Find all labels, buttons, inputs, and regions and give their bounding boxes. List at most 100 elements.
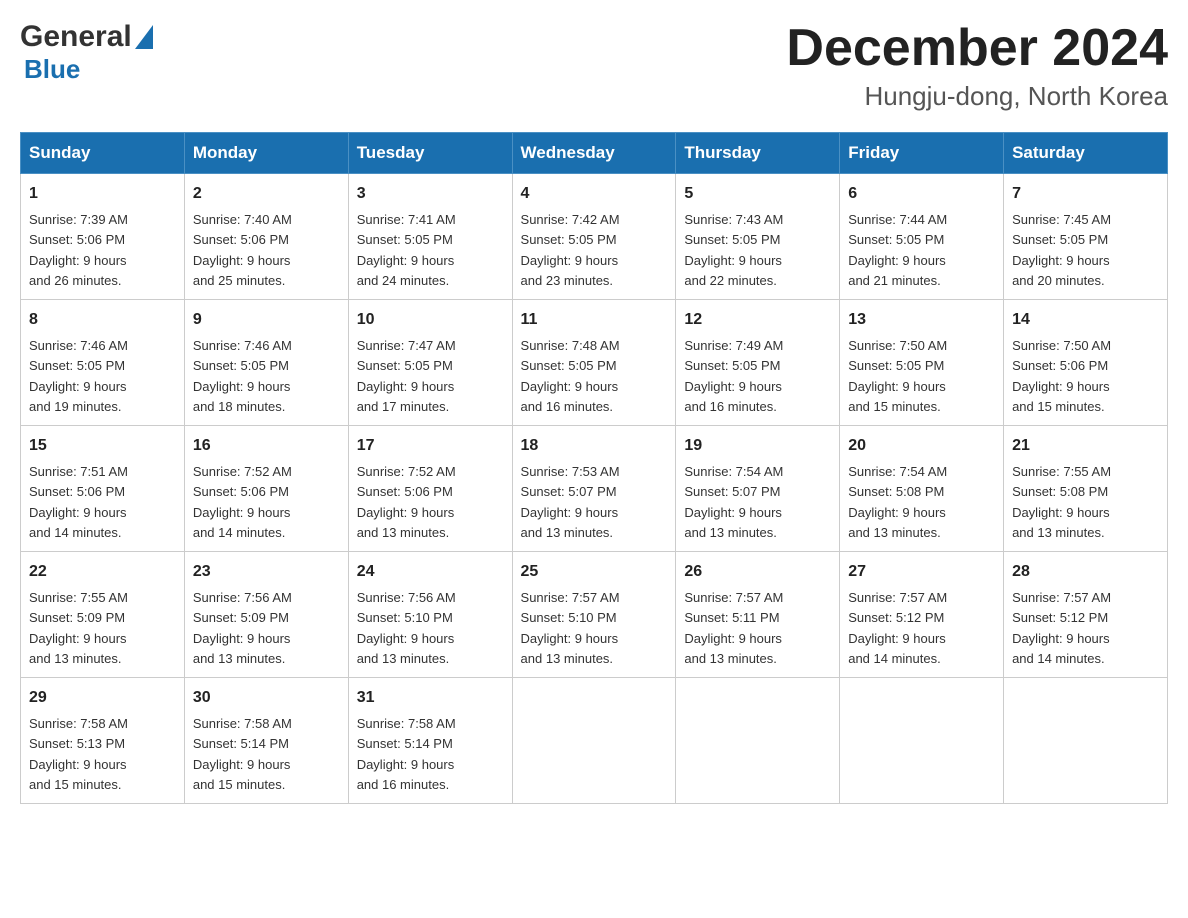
- day-info: Sunrise: 7:45 AMSunset: 5:05 PMDaylight:…: [1012, 212, 1111, 288]
- calendar-week-1: 1 Sunrise: 7:39 AMSunset: 5:06 PMDayligh…: [21, 174, 1168, 300]
- day-info: Sunrise: 7:46 AMSunset: 5:05 PMDaylight:…: [29, 338, 128, 414]
- day-info: Sunrise: 7:41 AMSunset: 5:05 PMDaylight:…: [357, 212, 456, 288]
- day-number: 13: [848, 308, 995, 332]
- calendar-cell: [1004, 678, 1168, 804]
- day-number: 14: [1012, 308, 1159, 332]
- day-number: 5: [684, 182, 831, 206]
- day-info: Sunrise: 7:49 AMSunset: 5:05 PMDaylight:…: [684, 338, 783, 414]
- title-section: December 2024 Hungju-dong, North Korea: [786, 20, 1168, 112]
- page-header: General Blue December 2024 Hungju-dong, …: [20, 20, 1168, 112]
- calendar-cell: 17 Sunrise: 7:52 AMSunset: 5:06 PMDaylig…: [348, 426, 512, 552]
- calendar-cell: 5 Sunrise: 7:43 AMSunset: 5:05 PMDayligh…: [676, 174, 840, 300]
- calendar-cell: 10 Sunrise: 7:47 AMSunset: 5:05 PMDaylig…: [348, 300, 512, 426]
- day-info: Sunrise: 7:57 AMSunset: 5:10 PMDaylight:…: [521, 590, 620, 666]
- calendar-week-2: 8 Sunrise: 7:46 AMSunset: 5:05 PMDayligh…: [21, 300, 1168, 426]
- header-thursday: Thursday: [676, 133, 840, 174]
- day-info: Sunrise: 7:52 AMSunset: 5:06 PMDaylight:…: [357, 464, 456, 540]
- day-number: 16: [193, 434, 340, 458]
- day-number: 17: [357, 434, 504, 458]
- day-info: Sunrise: 7:47 AMSunset: 5:05 PMDaylight:…: [357, 338, 456, 414]
- calendar-cell: 28 Sunrise: 7:57 AMSunset: 5:12 PMDaylig…: [1004, 552, 1168, 678]
- header-tuesday: Tuesday: [348, 133, 512, 174]
- day-info: Sunrise: 7:50 AMSunset: 5:06 PMDaylight:…: [1012, 338, 1111, 414]
- calendar-cell: 20 Sunrise: 7:54 AMSunset: 5:08 PMDaylig…: [840, 426, 1004, 552]
- day-info: Sunrise: 7:55 AMSunset: 5:09 PMDaylight:…: [29, 590, 128, 666]
- calendar-cell: 29 Sunrise: 7:58 AMSunset: 5:13 PMDaylig…: [21, 678, 185, 804]
- day-number: 20: [848, 434, 995, 458]
- calendar-cell: 8 Sunrise: 7:46 AMSunset: 5:05 PMDayligh…: [21, 300, 185, 426]
- day-info: Sunrise: 7:58 AMSunset: 5:13 PMDaylight:…: [29, 716, 128, 792]
- calendar-cell: 30 Sunrise: 7:58 AMSunset: 5:14 PMDaylig…: [184, 678, 348, 804]
- day-info: Sunrise: 7:58 AMSunset: 5:14 PMDaylight:…: [357, 716, 456, 792]
- calendar-cell: 24 Sunrise: 7:56 AMSunset: 5:10 PMDaylig…: [348, 552, 512, 678]
- day-number: 9: [193, 308, 340, 332]
- calendar-table: SundayMondayTuesdayWednesdayThursdayFrid…: [20, 132, 1168, 804]
- logo-general-text: General: [20, 20, 132, 54]
- day-number: 22: [29, 560, 176, 584]
- calendar-cell: 2 Sunrise: 7:40 AMSunset: 5:06 PMDayligh…: [184, 174, 348, 300]
- day-info: Sunrise: 7:39 AMSunset: 5:06 PMDaylight:…: [29, 212, 128, 288]
- day-number: 12: [684, 308, 831, 332]
- calendar-cell: [676, 678, 840, 804]
- calendar-cell: 25 Sunrise: 7:57 AMSunset: 5:10 PMDaylig…: [512, 552, 676, 678]
- day-number: 3: [357, 182, 504, 206]
- logo-triangle-icon: [135, 25, 153, 54]
- day-number: 19: [684, 434, 831, 458]
- day-info: Sunrise: 7:51 AMSunset: 5:06 PMDaylight:…: [29, 464, 128, 540]
- calendar-cell: 31 Sunrise: 7:58 AMSunset: 5:14 PMDaylig…: [348, 678, 512, 804]
- day-number: 27: [848, 560, 995, 584]
- day-number: 28: [1012, 560, 1159, 584]
- day-info: Sunrise: 7:44 AMSunset: 5:05 PMDaylight:…: [848, 212, 947, 288]
- calendar-cell: 26 Sunrise: 7:57 AMSunset: 5:11 PMDaylig…: [676, 552, 840, 678]
- day-info: Sunrise: 7:54 AMSunset: 5:07 PMDaylight:…: [684, 464, 783, 540]
- day-info: Sunrise: 7:42 AMSunset: 5:05 PMDaylight:…: [521, 212, 620, 288]
- calendar-header-row: SundayMondayTuesdayWednesdayThursdayFrid…: [21, 133, 1168, 174]
- day-info: Sunrise: 7:57 AMSunset: 5:11 PMDaylight:…: [684, 590, 783, 666]
- calendar-cell: 27 Sunrise: 7:57 AMSunset: 5:12 PMDaylig…: [840, 552, 1004, 678]
- day-number: 18: [521, 434, 668, 458]
- calendar-cell: 14 Sunrise: 7:50 AMSunset: 5:06 PMDaylig…: [1004, 300, 1168, 426]
- calendar-week-5: 29 Sunrise: 7:58 AMSunset: 5:13 PMDaylig…: [21, 678, 1168, 804]
- day-number: 29: [29, 686, 176, 710]
- calendar-cell: 16 Sunrise: 7:52 AMSunset: 5:06 PMDaylig…: [184, 426, 348, 552]
- day-info: Sunrise: 7:52 AMSunset: 5:06 PMDaylight:…: [193, 464, 292, 540]
- day-number: 7: [1012, 182, 1159, 206]
- day-number: 1: [29, 182, 176, 206]
- day-number: 6: [848, 182, 995, 206]
- calendar-cell: [840, 678, 1004, 804]
- day-info: Sunrise: 7:57 AMSunset: 5:12 PMDaylight:…: [848, 590, 947, 666]
- header-wednesday: Wednesday: [512, 133, 676, 174]
- day-info: Sunrise: 7:55 AMSunset: 5:08 PMDaylight:…: [1012, 464, 1111, 540]
- day-number: 31: [357, 686, 504, 710]
- calendar-cell: 15 Sunrise: 7:51 AMSunset: 5:06 PMDaylig…: [21, 426, 185, 552]
- day-info: Sunrise: 7:50 AMSunset: 5:05 PMDaylight:…: [848, 338, 947, 414]
- day-number: 26: [684, 560, 831, 584]
- day-number: 21: [1012, 434, 1159, 458]
- day-number: 11: [521, 308, 668, 332]
- day-number: 2: [193, 182, 340, 206]
- day-number: 15: [29, 434, 176, 458]
- calendar-week-3: 15 Sunrise: 7:51 AMSunset: 5:06 PMDaylig…: [21, 426, 1168, 552]
- calendar-subtitle: Hungju-dong, North Korea: [786, 81, 1168, 112]
- calendar-cell: 18 Sunrise: 7:53 AMSunset: 5:07 PMDaylig…: [512, 426, 676, 552]
- calendar-cell: 1 Sunrise: 7:39 AMSunset: 5:06 PMDayligh…: [21, 174, 185, 300]
- day-number: 23: [193, 560, 340, 584]
- calendar-title: December 2024: [786, 20, 1168, 77]
- day-number: 24: [357, 560, 504, 584]
- day-info: Sunrise: 7:48 AMSunset: 5:05 PMDaylight:…: [521, 338, 620, 414]
- day-number: 30: [193, 686, 340, 710]
- header-friday: Friday: [840, 133, 1004, 174]
- day-info: Sunrise: 7:58 AMSunset: 5:14 PMDaylight:…: [193, 716, 292, 792]
- calendar-cell: 13 Sunrise: 7:50 AMSunset: 5:05 PMDaylig…: [840, 300, 1004, 426]
- calendar-cell: 22 Sunrise: 7:55 AMSunset: 5:09 PMDaylig…: [21, 552, 185, 678]
- calendar-cell: 9 Sunrise: 7:46 AMSunset: 5:05 PMDayligh…: [184, 300, 348, 426]
- header-sunday: Sunday: [21, 133, 185, 174]
- calendar-cell: 7 Sunrise: 7:45 AMSunset: 5:05 PMDayligh…: [1004, 174, 1168, 300]
- day-info: Sunrise: 7:43 AMSunset: 5:05 PMDaylight:…: [684, 212, 783, 288]
- day-info: Sunrise: 7:57 AMSunset: 5:12 PMDaylight:…: [1012, 590, 1111, 666]
- calendar-cell: 4 Sunrise: 7:42 AMSunset: 5:05 PMDayligh…: [512, 174, 676, 300]
- day-number: 4: [521, 182, 668, 206]
- day-number: 8: [29, 308, 176, 332]
- calendar-cell: 21 Sunrise: 7:55 AMSunset: 5:08 PMDaylig…: [1004, 426, 1168, 552]
- day-info: Sunrise: 7:40 AMSunset: 5:06 PMDaylight:…: [193, 212, 292, 288]
